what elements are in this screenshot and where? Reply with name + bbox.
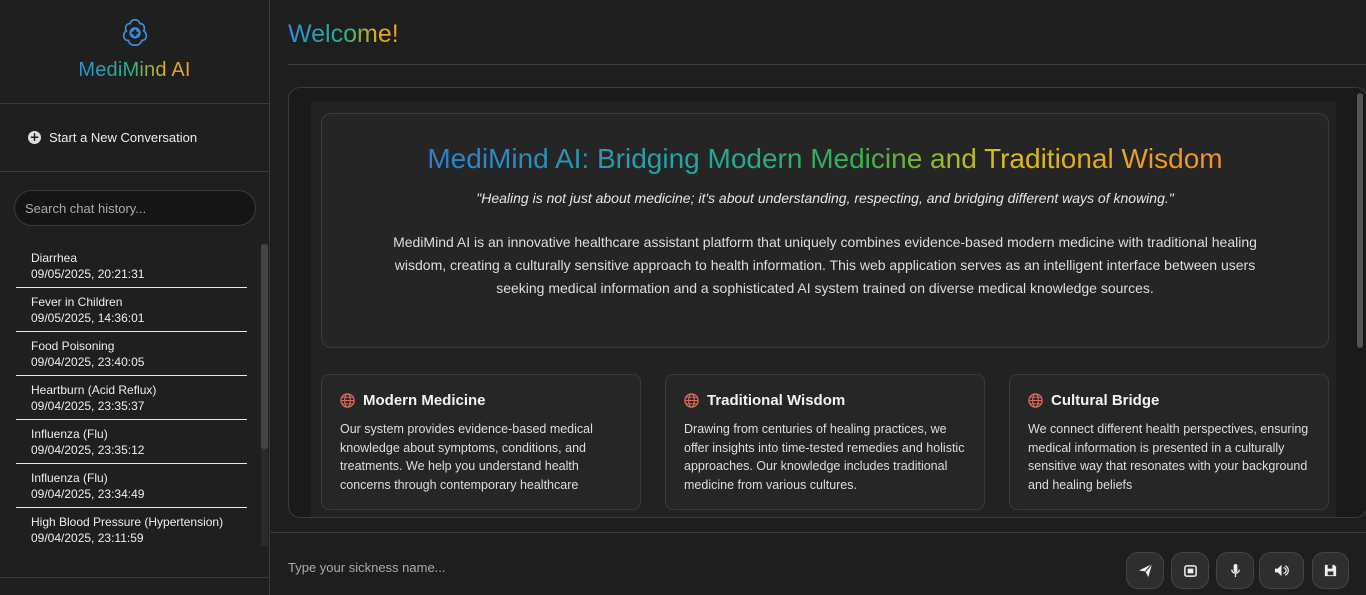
- card-title: Cultural Bridge: [1051, 392, 1160, 409]
- history-item-title: Diarrhea: [31, 251, 78, 265]
- feature-card-modern-medicine: Modern Medicine Our system provides evid…: [321, 374, 641, 510]
- app-root: MediMind AI + Start a New Conversation D…: [0, 0, 1366, 595]
- microphone-button[interactable]: [1216, 552, 1254, 589]
- history-item-date: 09/04/2025, 23:35:37: [31, 399, 145, 413]
- feature-card-traditional-wisdom: Traditional Wisdom Drawing from centurie…: [665, 374, 985, 510]
- speaker-button[interactable]: [1259, 552, 1304, 589]
- main-area: Welcome! MediMind AI: Bridging Modern Me…: [270, 0, 1366, 595]
- card-text: We connect different health perspectives…: [1028, 422, 1309, 492]
- card-title: Modern Medicine: [363, 392, 486, 409]
- chat-content: MediMind AI: Bridging Modern Medicine an…: [311, 101, 1336, 517]
- chat-panel: MediMind AI: Bridging Modern Medicine an…: [288, 87, 1366, 518]
- history-item[interactable]: Diarrhea 09/05/2025, 20:21:31: [16, 244, 247, 288]
- brand-name: MediMind AI: [78, 59, 191, 81]
- feature-card-cultural-bridge: Cultural Bridge We connect different hea…: [1009, 374, 1329, 510]
- sidebar-footer-divider: [0, 577, 269, 595]
- header-divider: [288, 64, 1366, 65]
- history-item[interactable]: Influenza (Flu) 09/04/2025, 23:35:12: [16, 420, 247, 464]
- globe-icon: [340, 393, 355, 408]
- history-item-title: Food Poisoning: [31, 339, 115, 353]
- card-header: Cultural Bridge: [1028, 392, 1310, 409]
- history-item-date: 09/05/2025, 14:36:01: [31, 311, 145, 325]
- history-item-date: 09/04/2025, 23:34:49: [31, 487, 145, 501]
- card-header: Traditional Wisdom: [684, 392, 966, 409]
- history-item-title: Heartburn (Acid Reflux): [31, 383, 157, 397]
- new-conversation-button[interactable]: + Start a New Conversation: [0, 104, 269, 172]
- history-item-date: 09/04/2025, 23:11:59: [31, 531, 144, 545]
- send-icon: [1138, 563, 1152, 578]
- brand-header: MediMind AI: [0, 0, 269, 104]
- brain-medical-icon: [118, 15, 152, 49]
- feature-cards: Modern Medicine Our system provides evid…: [321, 374, 1329, 514]
- card-text: Drawing from centuries of healing practi…: [684, 422, 965, 492]
- sidebar-scrollbar[interactable]: [261, 244, 268, 546]
- history-item[interactable]: Influenza (Flu) 09/04/2025, 23:34:49: [16, 464, 247, 508]
- hero-quote: "Healing is not just about medicine; it'…: [476, 190, 1174, 206]
- image-upload-icon: [1183, 565, 1197, 577]
- history-item-title: Fever in Children: [31, 295, 123, 309]
- new-conversation-label: Start a New Conversation: [49, 130, 198, 145]
- globe-icon: [684, 393, 699, 408]
- intro-hero: MediMind AI: Bridging Modern Medicine an…: [321, 113, 1329, 348]
- send-button[interactable]: [1126, 552, 1164, 589]
- search-wrap: [0, 172, 269, 226]
- hero-description: MediMind AI is an innovative healthcare …: [393, 234, 1257, 296]
- hero-title: MediMind AI: Bridging Modern Medicine an…: [427, 143, 1223, 174]
- history-item-date: 09/05/2025, 20:21:31: [31, 267, 145, 281]
- save-button[interactable]: [1312, 552, 1349, 589]
- history-item-date: 09/04/2025, 23:35:12: [31, 443, 145, 457]
- history-item[interactable]: High Blood Pressure (Hypertension) 09/04…: [16, 508, 247, 552]
- save-icon: [1324, 564, 1337, 577]
- chat-panel-scrollbar[interactable]: [1357, 93, 1363, 348]
- plus-circle-icon: +: [28, 130, 41, 144]
- history-item-title: Influenza (Flu): [31, 427, 108, 441]
- sidebar: MediMind AI + Start a New Conversation D…: [0, 0, 270, 595]
- history-item-date: 09/04/2025, 23:40:05: [31, 355, 145, 369]
- card-text: Our system provides evidence-based medic…: [340, 422, 593, 492]
- chat-history-search-input[interactable]: [14, 190, 256, 226]
- history-item[interactable]: Fever in Children 09/05/2025, 14:36:01: [16, 288, 247, 332]
- card-title: Traditional Wisdom: [707, 392, 846, 409]
- speaker-icon: [1274, 564, 1289, 577]
- history-item[interactable]: Food Poisoning 09/04/2025, 23:40:05: [16, 332, 247, 376]
- card-header: Modern Medicine: [340, 392, 622, 409]
- history-item-title: Influenza (Flu): [31, 471, 108, 485]
- message-composer: [270, 532, 1366, 595]
- history-item[interactable]: Heartburn (Acid Reflux) 09/04/2025, 23:3…: [16, 376, 247, 420]
- sidebar-scrollbar-thumb[interactable]: [261, 244, 268, 449]
- microphone-icon: [1230, 563, 1240, 578]
- history-item-title: High Blood Pressure (Hypertension): [31, 515, 224, 529]
- globe-icon: [1028, 393, 1043, 408]
- chat-history-list: Diarrhea 09/05/2025, 20:21:31 Fever in C…: [16, 244, 247, 552]
- image-upload-button[interactable]: [1171, 552, 1209, 589]
- page-title: Welcome!: [288, 20, 399, 48]
- sickness-input[interactable]: [288, 555, 988, 579]
